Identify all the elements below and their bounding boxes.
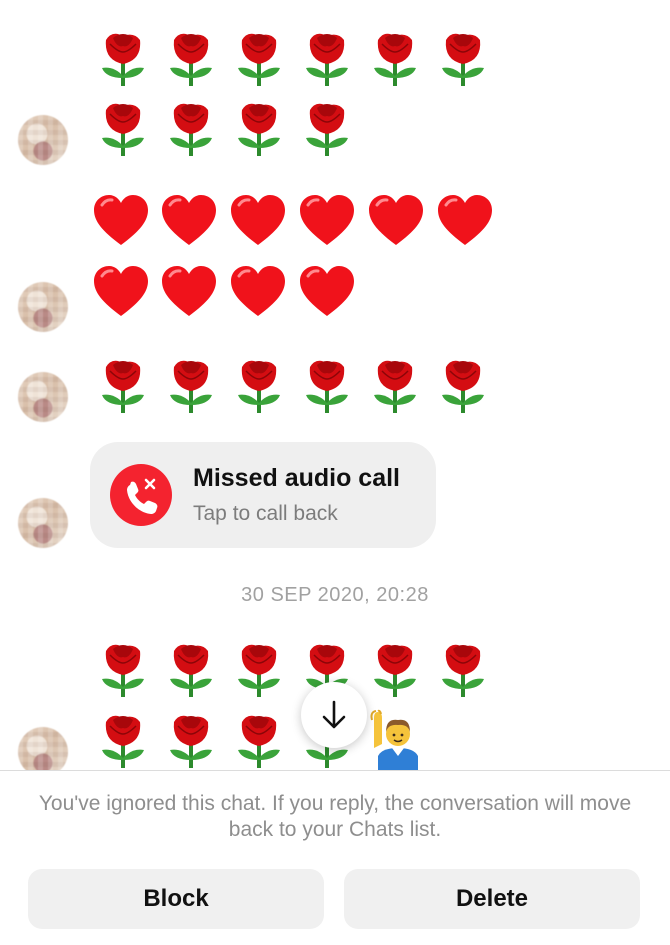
ignored-chat-footer: You've ignored this chat. If you reply, …	[0, 770, 670, 945]
delete-button[interactable]: Delete	[344, 869, 640, 929]
rose-emoji	[374, 33, 416, 86]
red-heart-emoji	[162, 195, 216, 245]
missed-call-icon	[110, 464, 172, 526]
rose-emoji	[102, 715, 144, 768]
heart-message-row	[94, 193, 516, 259]
scroll-to-bottom-button[interactable]	[301, 682, 367, 748]
rose-emoji	[374, 644, 416, 697]
red-heart-emoji	[438, 195, 492, 245]
rose-emoji	[442, 644, 484, 697]
arrow-down-icon	[322, 700, 346, 729]
rose-emoji	[238, 33, 280, 86]
rose-emoji	[170, 33, 212, 86]
rose-message-row	[96, 26, 516, 92]
red-heart-emoji	[94, 195, 148, 245]
missed-call-title: Missed audio call	[193, 464, 401, 492]
missed-call-bubble[interactable]: Missed audio call Tap to call back	[90, 442, 436, 548]
sender-avatar[interactable]	[18, 115, 68, 165]
rose-emoji	[170, 360, 212, 413]
rose-emoji	[102, 644, 144, 697]
rose-emoji	[170, 103, 212, 156]
rose-emoji	[442, 360, 484, 413]
sender-avatar[interactable]	[18, 282, 68, 332]
rose-message-row	[96, 708, 456, 770]
red-heart-emoji	[369, 195, 423, 245]
raising-hand-man-emoji	[370, 709, 418, 770]
sender-avatar[interactable]	[18, 498, 68, 548]
sender-avatar[interactable]	[18, 372, 68, 422]
rose-emoji	[306, 103, 348, 156]
rose-emoji	[306, 360, 348, 413]
sender-avatar[interactable]	[18, 727, 68, 770]
heart-message-row	[94, 264, 396, 330]
message-list[interactable]: Missed audio call Tap to call back 30 SE…	[0, 0, 670, 770]
rose-emoji	[238, 360, 280, 413]
rose-emoji	[238, 103, 280, 156]
missed-call-subtitle: Tap to call back	[193, 502, 338, 525]
ignored-chat-notice: You've ignored this chat. If you reply, …	[38, 792, 632, 841]
rose-emoji	[238, 715, 280, 768]
block-button[interactable]: Block	[28, 869, 324, 929]
rose-message-row	[96, 353, 516, 419]
rose-emoji	[170, 644, 212, 697]
red-heart-emoji	[300, 195, 354, 245]
rose-emoji	[442, 33, 484, 86]
red-heart-emoji	[231, 195, 285, 245]
red-heart-emoji	[94, 266, 148, 316]
rose-message-row	[96, 96, 396, 162]
rose-emoji	[102, 33, 144, 86]
rose-emoji	[238, 644, 280, 697]
rose-emoji	[102, 360, 144, 413]
message-timestamp: 30 SEP 2020, 20:28	[241, 584, 429, 606]
rose-emoji	[306, 33, 348, 86]
red-heart-emoji	[300, 266, 354, 316]
rose-emoji	[374, 360, 416, 413]
rose-emoji	[102, 103, 144, 156]
red-heart-emoji	[231, 266, 285, 316]
red-heart-emoji	[162, 266, 216, 316]
rose-emoji	[170, 715, 212, 768]
